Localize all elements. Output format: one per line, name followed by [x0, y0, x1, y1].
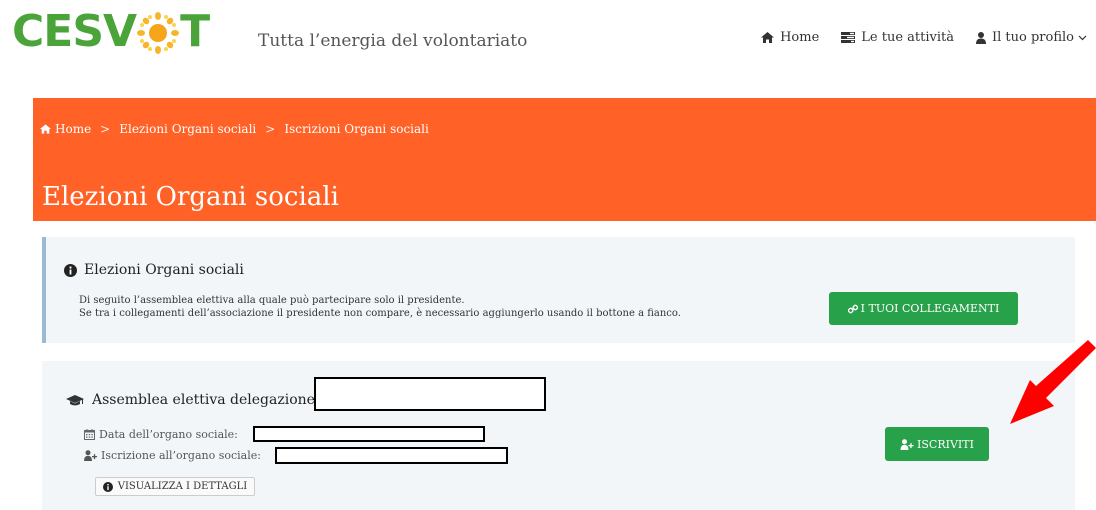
breadcrumb-separator: > — [265, 122, 276, 136]
redacted-box — [314, 377, 546, 411]
register-button-label: ISCRIVITI — [917, 437, 974, 451]
info-line-1: Di seguito l’assemblea elettiva alla qua… — [79, 295, 465, 306]
info-circle-icon — [102, 481, 113, 492]
assembly-title-text: Assemblea elettiva delegazione di — [92, 392, 333, 408]
home-icon — [40, 124, 51, 134]
cesvot-logo[interactable]: CESV T — [12, 6, 210, 57]
info-panel-title-text: Elezioni Organi sociali — [84, 262, 244, 278]
tasks-icon — [841, 32, 856, 43]
info-line-2: Se tra i collegamenti dell’associazione … — [79, 308, 681, 319]
assembly-title: Assemblea elettiva delegazione di — [66, 392, 333, 408]
nav-activities[interactable]: Le tue attività — [841, 30, 954, 45]
assembly-registration-label: Iscrizione all’organo sociale: — [101, 449, 261, 462]
view-details-button-label: VISUALIZZA I DETTAGLI — [117, 481, 248, 492]
assembly-panel: Assemblea elettiva delegazione di Data d… — [42, 361, 1075, 510]
site-header: CESV T Tutta l’energia del volontariato … — [0, 0, 1096, 96]
redacted-box — [253, 426, 485, 442]
your-links-button[interactable]: I TUOI COLLEGAMENTI — [829, 292, 1018, 325]
calendar-icon — [84, 429, 95, 440]
graduation-cap-icon — [66, 394, 84, 405]
breadcrumb-elezioni[interactable]: Elezioni Organi sociali — [119, 122, 256, 136]
sun-logo-icon — [137, 12, 180, 54]
breadcrumb: Home > Elezioni Organi sociali > Iscrizi… — [40, 122, 429, 136]
nav-home[interactable]: Home — [761, 30, 819, 45]
breadcrumb-separator: > — [100, 122, 111, 136]
assembly-registration-line: Iscrizione all’organo sociale: — [84, 449, 261, 462]
nav-profile-dropdown[interactable]: Il tuo profilo — [976, 30, 1087, 45]
info-panel: Elezioni Organi sociali Di seguito l’ass… — [42, 237, 1075, 343]
register-button[interactable]: ISCRIVITI — [885, 427, 989, 461]
breadcrumb-home[interactable]: Home — [55, 122, 91, 136]
view-details-button[interactable]: VISUALIZZA I DETTAGLI — [95, 477, 255, 496]
home-icon — [761, 32, 775, 43]
info-panel-text: Di seguito l’assemblea elettiva alla qua… — [79, 294, 681, 320]
tagline: Tutta l’energia del volontariato — [258, 31, 528, 51]
page-title: Elezioni Organi sociali — [42, 182, 339, 212]
nav-activities-label: Le tue attività — [861, 30, 954, 45]
logo-text-right: T — [180, 6, 210, 57]
nav-home-label: Home — [780, 30, 820, 45]
logo-text-left: CESV — [12, 6, 137, 57]
info-panel-title: Elezioni Organi sociali — [64, 262, 244, 278]
nav-profile-label: Il tuo profilo — [992, 30, 1074, 45]
user-icon — [976, 31, 986, 44]
info-circle-icon — [64, 263, 77, 277]
user-plus-icon — [900, 438, 914, 450]
top-navigation: Home Le tue attività Il tuo profilo — [739, 30, 1087, 45]
breadcrumb-iscrizioni[interactable]: Iscrizioni Organi sociali — [284, 122, 429, 136]
assembly-date-line: Data dell’organo sociale: — [84, 428, 238, 441]
red-arrow-annotation — [1010, 340, 1096, 424]
your-links-button-label: I TUOI COLLEGAMENTI — [860, 302, 1000, 315]
link-icon — [847, 304, 858, 313]
assembly-date-label: Data dell’organo sociale: — [99, 428, 238, 441]
chevron-down-icon — [1078, 35, 1087, 40]
user-plus-icon — [84, 450, 97, 461]
redacted-box — [275, 447, 508, 464]
